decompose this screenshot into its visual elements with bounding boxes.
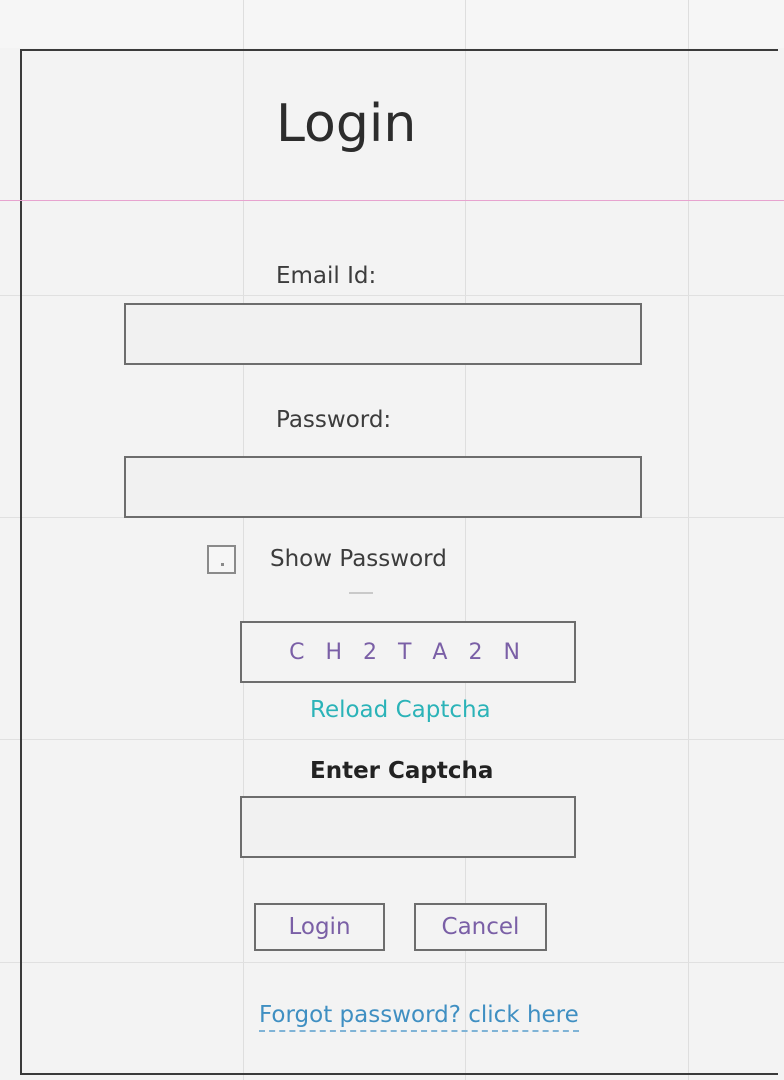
captcha-input[interactable] (240, 796, 576, 858)
email-label: Email Id: (276, 263, 377, 289)
tiny-mark (349, 592, 373, 594)
password-field[interactable] (124, 456, 642, 518)
top-strip (0, 0, 784, 48)
captcha-display: C H 2 T A 2 N (240, 621, 576, 683)
reload-captcha-link[interactable]: Reload Captcha (310, 699, 491, 722)
login-canvas: Login Email Id: Password: Show Password … (0, 0, 784, 1080)
show-password-label: Show Password (270, 546, 447, 572)
password-label: Password: (276, 407, 392, 433)
page-title: Login (276, 94, 417, 154)
forgot-password-link[interactable]: Forgot password? click here (259, 1004, 579, 1032)
captcha-text: C H 2 T A 2 N (289, 639, 527, 665)
enter-captcha-label: Enter Captcha (310, 758, 494, 784)
header-divider (0, 200, 784, 201)
login-button[interactable]: Login (254, 903, 385, 951)
email-field[interactable] (124, 303, 642, 365)
show-password-checkbox[interactable] (207, 545, 236, 574)
checkbox-mark (221, 563, 224, 566)
cancel-button[interactable]: Cancel (414, 903, 547, 951)
